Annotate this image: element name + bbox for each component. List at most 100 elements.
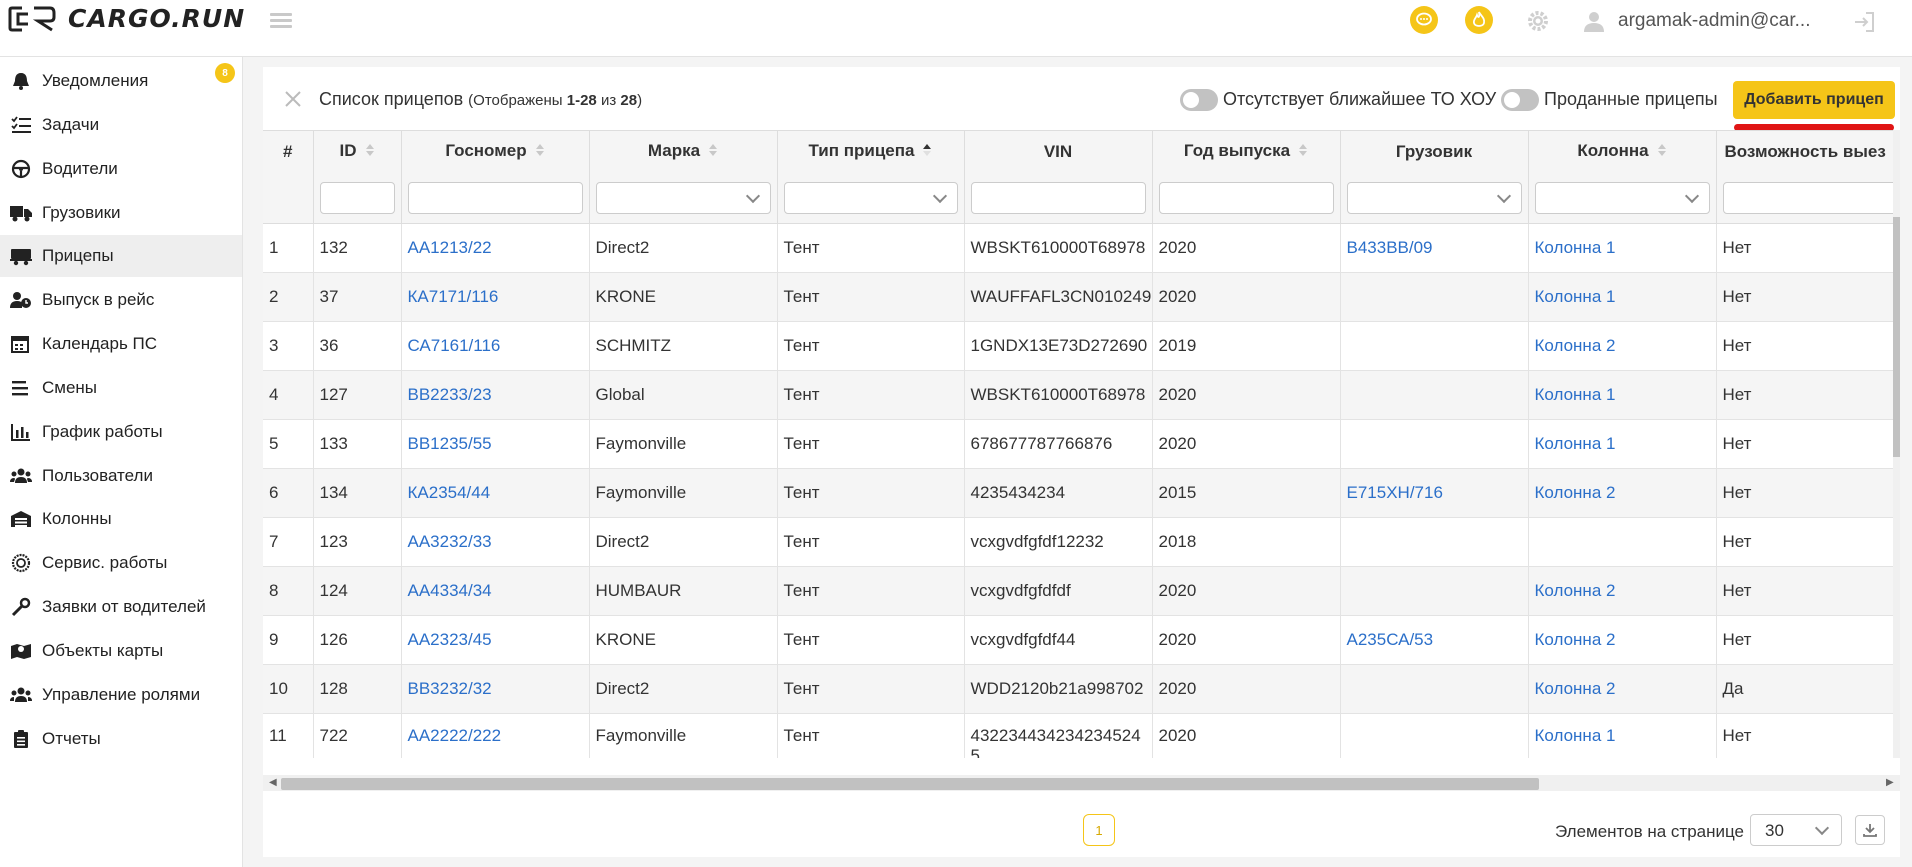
logo[interactable]: CARGO.RUN (8, 4, 245, 33)
sidebar-item-trucks[interactable]: Грузовики (0, 192, 242, 234)
truck-filter-select[interactable] (1346, 181, 1522, 214)
menu-toggle-icon[interactable] (270, 10, 292, 30)
col-header-column[interactable]: Колонна (1528, 131, 1717, 173)
table-row[interactable]: 6 134 КА2354/44 Faymonville Тент 4235434234 20… (263, 468, 1900, 518)
table-row[interactable]: 10 128 ВВ3232/32 Direct2 Тент WDD2120b21a9987… (263, 664, 1900, 714)
cell-plate-link[interactable]: ВВ2233/23 (408, 385, 492, 404)
cell-plate-link[interactable]: ВВ3232/32 (408, 679, 492, 698)
sidebar-item-service[interactable]: Сервис. работы (0, 542, 242, 584)
table-row[interactable]: 11 722 АА2222/222 Faymonville Тент 4322344342… (263, 713, 1900, 758)
list-count: (Отображены 1-28 из 28) (468, 92, 642, 109)
table-cell: Нет (1716, 468, 1900, 518)
cell-column-link[interactable]: Колонна 2 (1535, 630, 1616, 649)
cell-plate-link[interactable]: КА7171/116 (408, 287, 499, 306)
table-row[interactable]: 1 132 АА1213/22 Direct2 Тент WBSKT610000T6897… (263, 223, 1900, 273)
cell-exit-possibility: Нет (1722, 531, 1752, 551)
vertical-scrollbar-thumb[interactable] (1893, 217, 1900, 457)
sidebar-item-schedule[interactable]: График работы (0, 411, 242, 453)
cell-plate-link[interactable]: КА2354/44 (408, 483, 491, 502)
cell-column-link[interactable]: Колонна 2 (1535, 483, 1616, 502)
col-header-year[interactable]: Год выпуска (1152, 131, 1341, 173)
table-row[interactable]: 3 36 СА7161/116 SCHMITZ Тент 1GNDX13E73D27269… (263, 321, 1900, 371)
sidebar-item-map-objects[interactable]: Объекты карты (0, 630, 242, 672)
sidebar-item-drivers[interactable]: Водители (0, 148, 242, 190)
table-cell: Faymonville (589, 468, 778, 518)
cell-plate-link[interactable]: СА7161/116 (408, 336, 501, 355)
per-page-select[interactable]: 30 (1750, 814, 1842, 846)
sort-icon[interactable] (1298, 142, 1308, 163)
table-cell: 722 (313, 713, 402, 758)
table-row[interactable]: 8 124 АА4334/34 HUMBAUR Тент vcxgvdfgfdfdf 202… (263, 566, 1900, 616)
cell-column-link[interactable]: Колонна 1 (1535, 434, 1616, 453)
add-trailer-button[interactable]: Добавить прицеп (1733, 81, 1895, 119)
table-row[interactable]: 9 126 АА2323/45 KRONE Тент vcxgvdfgfdf44 2020 А… (263, 615, 1900, 665)
table-cell: Тент (777, 223, 965, 273)
cell-truck-link[interactable]: Е715ХН/716 (1347, 483, 1443, 502)
sidebar-item-tasks[interactable]: Задачи (0, 104, 242, 146)
cell-vin: vcxgvdfgfdf44 (970, 629, 1076, 649)
plate-filter-input[interactable] (407, 181, 583, 214)
cell-column-link[interactable]: Колонна 2 (1535, 336, 1616, 355)
cell-column-link[interactable]: Колонна 1 (1535, 385, 1616, 404)
cell-truck-link[interactable]: А235СА/53 (1347, 630, 1434, 649)
cell-column-link[interactable]: Колонна 2 (1535, 581, 1616, 600)
sort-icon[interactable] (365, 142, 375, 163)
col-header-plate[interactable]: Госномер (401, 131, 590, 173)
sidebar-item-columns[interactable]: Колонны (0, 498, 242, 540)
col-header-id[interactable]: ID (313, 131, 402, 173)
cell-column-link[interactable]: Колонна 2 (1535, 679, 1616, 698)
page-button-current[interactable]: 1 (1083, 814, 1115, 846)
missing-maintenance-toggle[interactable] (1180, 89, 1218, 111)
col-header-type[interactable]: Тип прицепа (777, 131, 965, 173)
sidebar-item-users[interactable]: Пользователи (0, 455, 242, 497)
type-filter-select[interactable] (783, 181, 958, 214)
fire-icon[interactable] (1465, 6, 1493, 34)
user-email[interactable]: argamak-admin@car... (1618, 10, 1810, 32)
cell-truck-link[interactable]: В433ВВ/09 (1347, 238, 1433, 257)
cell-plate-link[interactable]: АА4334/34 (408, 581, 492, 600)
vin-filter-input[interactable] (970, 181, 1146, 214)
chat-icon[interactable] (1410, 6, 1438, 34)
table-row[interactable]: 4 127 ВВ2233/23 Global Тент WBSKT610000T68978… (263, 370, 1900, 420)
scroll-right-icon[interactable]: ▶ (1886, 778, 1896, 788)
sidebar-item-label: Грузовики (42, 203, 121, 222)
col-header-brand[interactable]: Марка (589, 131, 778, 173)
cell-plate-link[interactable]: ВВ1235/55 (408, 434, 492, 453)
sidebar-item-trailers[interactable]: Прицепы (0, 235, 242, 277)
exit-filter-select[interactable] (1722, 181, 1900, 214)
cell-brand: HUMBAUR (595, 580, 682, 600)
sidebar-item-shifts[interactable]: Смены (0, 367, 242, 409)
scroll-left-icon[interactable]: ◀ (269, 778, 279, 788)
cell-plate-link[interactable]: АА3232/33 (408, 532, 492, 551)
cell-column-link[interactable]: Колонна 1 (1535, 726, 1616, 745)
sort-icon[interactable] (535, 142, 545, 163)
sidebar-item-notifications[interactable]: Уведомления (0, 60, 242, 102)
sort-icon[interactable] (708, 142, 718, 163)
horizontal-scrollbar-thumb[interactable] (281, 778, 1539, 790)
cell-plate-link[interactable]: АА2222/222 (408, 726, 502, 745)
year-filter-input[interactable] (1158, 181, 1334, 214)
id-filter-input[interactable] (319, 181, 395, 214)
cell-plate-link[interactable]: АА1213/22 (408, 238, 492, 257)
sidebar-item-calendar[interactable]: Календарь ПС (0, 323, 242, 365)
brand-filter-select[interactable] (595, 181, 771, 214)
download-button[interactable] (1855, 815, 1885, 845)
table-row[interactable]: 2 37 КА7171/116 KRONE Тент WAUFFAFL3CN010249 2… (263, 272, 1900, 322)
cell-column-link[interactable]: Колонна 1 (1535, 287, 1616, 306)
sidebar-item-roles[interactable]: Управление ролями (0, 674, 242, 716)
table-row[interactable]: 5 133 ВВ1235/55 Faymonville Тент 678677787766… (263, 419, 1900, 469)
table-cell: Колонна 1 (1528, 272, 1717, 322)
sold-trailers-toggle[interactable] (1501, 89, 1539, 111)
close-icon[interactable] (283, 89, 303, 109)
sidebar-item-reports[interactable]: Отчеты (0, 718, 242, 760)
cell-plate-link[interactable]: АА2323/45 (408, 630, 492, 649)
logout-icon[interactable] (1852, 10, 1876, 34)
table-row[interactable]: 7 123 АА3232/33 Direct2 Тент vcxgvdfgfdf12232… (263, 517, 1900, 567)
sidebar-item-driver-requests[interactable]: Заявки от водителей (0, 586, 242, 628)
column-filter-select[interactable] (1534, 181, 1710, 214)
sort-icon[interactable] (1657, 142, 1667, 163)
cell-column-link[interactable]: Колонна 1 (1535, 238, 1616, 257)
sort-asc-icon[interactable] (922, 142, 932, 163)
gear-icon[interactable] (1525, 8, 1551, 34)
sidebar-item-dispatch[interactable]: Выпуск в рейс (0, 279, 242, 321)
